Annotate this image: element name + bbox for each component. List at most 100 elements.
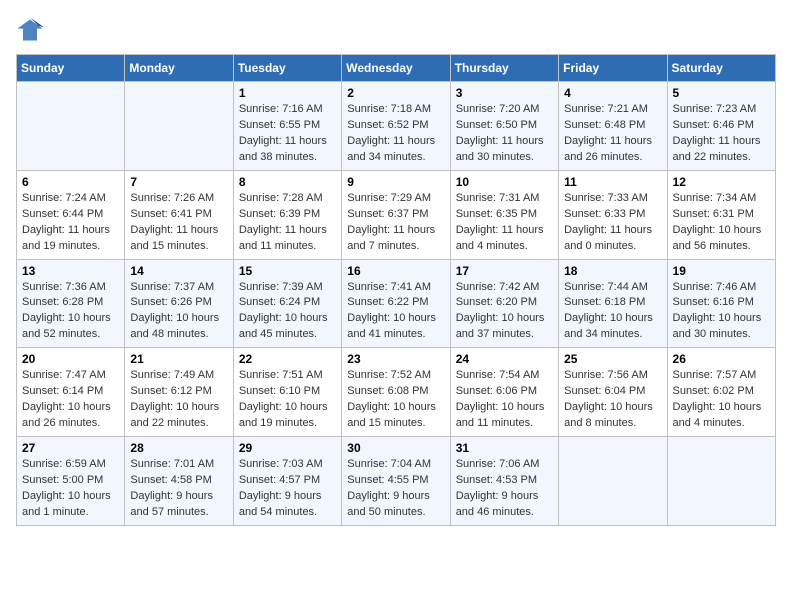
calendar-week-row: 20 Sunrise: 7:47 AMSunset: 6:14 PMDayligh…	[17, 348, 776, 437]
day-number: 11	[564, 175, 661, 189]
day-detail: Sunrise: 7:33 AMSunset: 6:33 PMDaylight:…	[564, 191, 661, 255]
weekday-header-friday: Friday	[559, 55, 667, 82]
day-number: 7	[130, 175, 227, 189]
day-detail: Sunrise: 7:51 AMSunset: 6:10 PMDaylight:…	[239, 368, 336, 432]
calendar-cell: 28 Sunrise: 7:01 AMSunset: 4:58 PMDayligh…	[125, 437, 233, 526]
day-detail: Sunrise: 7:49 AMSunset: 6:12 PMDaylight:…	[130, 368, 227, 432]
day-detail: Sunrise: 7:52 AMSunset: 6:08 PMDaylight:…	[347, 368, 444, 432]
day-detail: Sunrise: 7:39 AMSunset: 6:24 PMDaylight:…	[239, 280, 336, 344]
calendar-cell	[667, 437, 775, 526]
day-detail: Sunrise: 7:18 AMSunset: 6:52 PMDaylight:…	[347, 102, 444, 166]
calendar-cell: 11 Sunrise: 7:33 AMSunset: 6:33 PMDayligh…	[559, 170, 667, 259]
calendar-cell: 23 Sunrise: 7:52 AMSunset: 6:08 PMDayligh…	[342, 348, 450, 437]
weekday-header-thursday: Thursday	[450, 55, 558, 82]
calendar-cell: 31 Sunrise: 7:06 AMSunset: 4:53 PMDayligh…	[450, 437, 558, 526]
day-number: 10	[456, 175, 553, 189]
day-detail: Sunrise: 7:04 AMSunset: 4:55 PMDaylight:…	[347, 457, 444, 521]
calendar-cell	[17, 82, 125, 171]
day-number: 27	[22, 441, 119, 455]
day-number: 31	[456, 441, 553, 455]
calendar-cell: 20 Sunrise: 7:47 AMSunset: 6:14 PMDayligh…	[17, 348, 125, 437]
calendar-table: SundayMondayTuesdayWednesdayThursdayFrid…	[16, 54, 776, 526]
day-detail: Sunrise: 7:41 AMSunset: 6:22 PMDaylight:…	[347, 280, 444, 344]
weekday-header-saturday: Saturday	[667, 55, 775, 82]
calendar-cell: 1 Sunrise: 7:16 AMSunset: 6:55 PMDaylight…	[233, 82, 341, 171]
calendar-cell: 5Sunrise: 7:23 AMSunset: 6:46 PMDaylight…	[667, 82, 775, 171]
day-detail: Sunrise: 7:01 AMSunset: 4:58 PMDaylight:…	[130, 457, 227, 521]
calendar-cell: 26 Sunrise: 7:57 AMSunset: 6:02 PMDayligh…	[667, 348, 775, 437]
calendar-cell: 12 Sunrise: 7:34 AMSunset: 6:31 PMDayligh…	[667, 170, 775, 259]
day-number: 17	[456, 264, 553, 278]
day-detail: Sunrise: 7:44 AMSunset: 6:18 PMDaylight:…	[564, 280, 661, 344]
day-number: 2	[347, 86, 444, 100]
day-number: 22	[239, 352, 336, 366]
day-number: 23	[347, 352, 444, 366]
calendar-week-row: 6 Sunrise: 7:24 AMSunset: 6:44 PMDaylight…	[17, 170, 776, 259]
day-number: 18	[564, 264, 661, 278]
logo	[16, 16, 48, 44]
calendar-cell: 22 Sunrise: 7:51 AMSunset: 6:10 PMDayligh…	[233, 348, 341, 437]
calendar-week-row: 1 Sunrise: 7:16 AMSunset: 6:55 PMDaylight…	[17, 82, 776, 171]
calendar-cell: 6 Sunrise: 7:24 AMSunset: 6:44 PMDaylight…	[17, 170, 125, 259]
calendar-cell: 18 Sunrise: 7:44 AMSunset: 6:18 PMDayligh…	[559, 259, 667, 348]
day-detail: Sunrise: 6:59 AMSunset: 5:00 PMDaylight:…	[22, 457, 119, 521]
calendar-cell: 14 Sunrise: 7:37 AMSunset: 6:26 PMDayligh…	[125, 259, 233, 348]
calendar-cell: 2 Sunrise: 7:18 AMSunset: 6:52 PMDaylight…	[342, 82, 450, 171]
day-number: 15	[239, 264, 336, 278]
day-number: 19	[673, 264, 770, 278]
day-detail: Sunrise: 7:20 AMSunset: 6:50 PMDaylight:…	[456, 102, 553, 166]
calendar-week-row: 27 Sunrise: 6:59 AMSunset: 5:00 PMDayligh…	[17, 437, 776, 526]
day-detail: Sunrise: 7:46 AMSunset: 6:16 PMDaylight:…	[673, 280, 770, 344]
calendar-cell: 4 Sunrise: 7:21 AMSunset: 6:48 PMDaylight…	[559, 82, 667, 171]
day-number: 12	[673, 175, 770, 189]
calendar-cell: 21 Sunrise: 7:49 AMSunset: 6:12 PMDayligh…	[125, 348, 233, 437]
weekday-header-monday: Monday	[125, 55, 233, 82]
day-detail: Sunrise: 7:56 AMSunset: 6:04 PMDaylight:…	[564, 368, 661, 432]
calendar-cell: 30 Sunrise: 7:04 AMSunset: 4:55 PMDayligh…	[342, 437, 450, 526]
day-detail: Sunrise: 7:37 AMSunset: 6:26 PMDaylight:…	[130, 280, 227, 344]
day-number: 25	[564, 352, 661, 366]
weekday-header-wednesday: Wednesday	[342, 55, 450, 82]
day-detail: Sunrise: 7:57 AMSunset: 6:02 PMDaylight:…	[673, 368, 770, 432]
day-number: 13	[22, 264, 119, 278]
page-header	[16, 16, 776, 44]
weekday-header-sunday: Sunday	[17, 55, 125, 82]
day-number: 3	[456, 86, 553, 100]
calendar-cell: 3 Sunrise: 7:20 AMSunset: 6:50 PMDaylight…	[450, 82, 558, 171]
day-number: 30	[347, 441, 444, 455]
day-detail: Sunrise: 7:16 AMSunset: 6:55 PMDaylight:…	[239, 102, 336, 166]
calendar-cell: 25 Sunrise: 7:56 AMSunset: 6:04 PMDayligh…	[559, 348, 667, 437]
day-detail: Sunrise: 7:24 AMSunset: 6:44 PMDaylight:…	[22, 191, 119, 255]
day-number: 20	[22, 352, 119, 366]
day-detail: Sunrise: 7:36 AMSunset: 6:28 PMDaylight:…	[22, 280, 119, 344]
calendar-week-row: 13 Sunrise: 7:36 AMSunset: 6:28 PMDayligh…	[17, 259, 776, 348]
calendar-cell	[125, 82, 233, 171]
calendar-cell: 13 Sunrise: 7:36 AMSunset: 6:28 PMDayligh…	[17, 259, 125, 348]
day-detail: Sunrise: 7:47 AMSunset: 6:14 PMDaylight:…	[22, 368, 119, 432]
day-number: 1	[239, 86, 336, 100]
day-detail: Sunrise: 7:54 AMSunset: 6:06 PMDaylight:…	[456, 368, 553, 432]
day-number: 6	[22, 175, 119, 189]
calendar-cell: 27 Sunrise: 6:59 AMSunset: 5:00 PMDayligh…	[17, 437, 125, 526]
weekday-header-tuesday: Tuesday	[233, 55, 341, 82]
day-number: 21	[130, 352, 227, 366]
day-number: 5	[673, 86, 770, 100]
day-detail: Sunrise: 7:06 AMSunset: 4:53 PMDaylight:…	[456, 457, 553, 521]
calendar-cell	[559, 437, 667, 526]
day-number: 29	[239, 441, 336, 455]
calendar-cell: 7Sunrise: 7:26 AMSunset: 6:41 PMDaylight…	[125, 170, 233, 259]
calendar-cell: 10Sunrise: 7:31 AMSunset: 6:35 PMDayligh…	[450, 170, 558, 259]
day-detail: Sunrise: 7:29 AMSunset: 6:37 PMDaylight:…	[347, 191, 444, 255]
day-number: 9	[347, 175, 444, 189]
calendar-cell: 15 Sunrise: 7:39 AMSunset: 6:24 PMDayligh…	[233, 259, 341, 348]
day-number: 14	[130, 264, 227, 278]
day-detail: Sunrise: 7:34 AMSunset: 6:31 PMDaylight:…	[673, 191, 770, 255]
day-number: 4	[564, 86, 661, 100]
logo-bird-icon	[16, 16, 44, 44]
day-number: 24	[456, 352, 553, 366]
day-detail: Sunrise: 7:28 AMSunset: 6:39 PMDaylight:…	[239, 191, 336, 255]
day-number: 28	[130, 441, 227, 455]
day-number: 26	[673, 352, 770, 366]
day-number: 8	[239, 175, 336, 189]
day-detail: Sunrise: 7:21 AMSunset: 6:48 PMDaylight:…	[564, 102, 661, 166]
